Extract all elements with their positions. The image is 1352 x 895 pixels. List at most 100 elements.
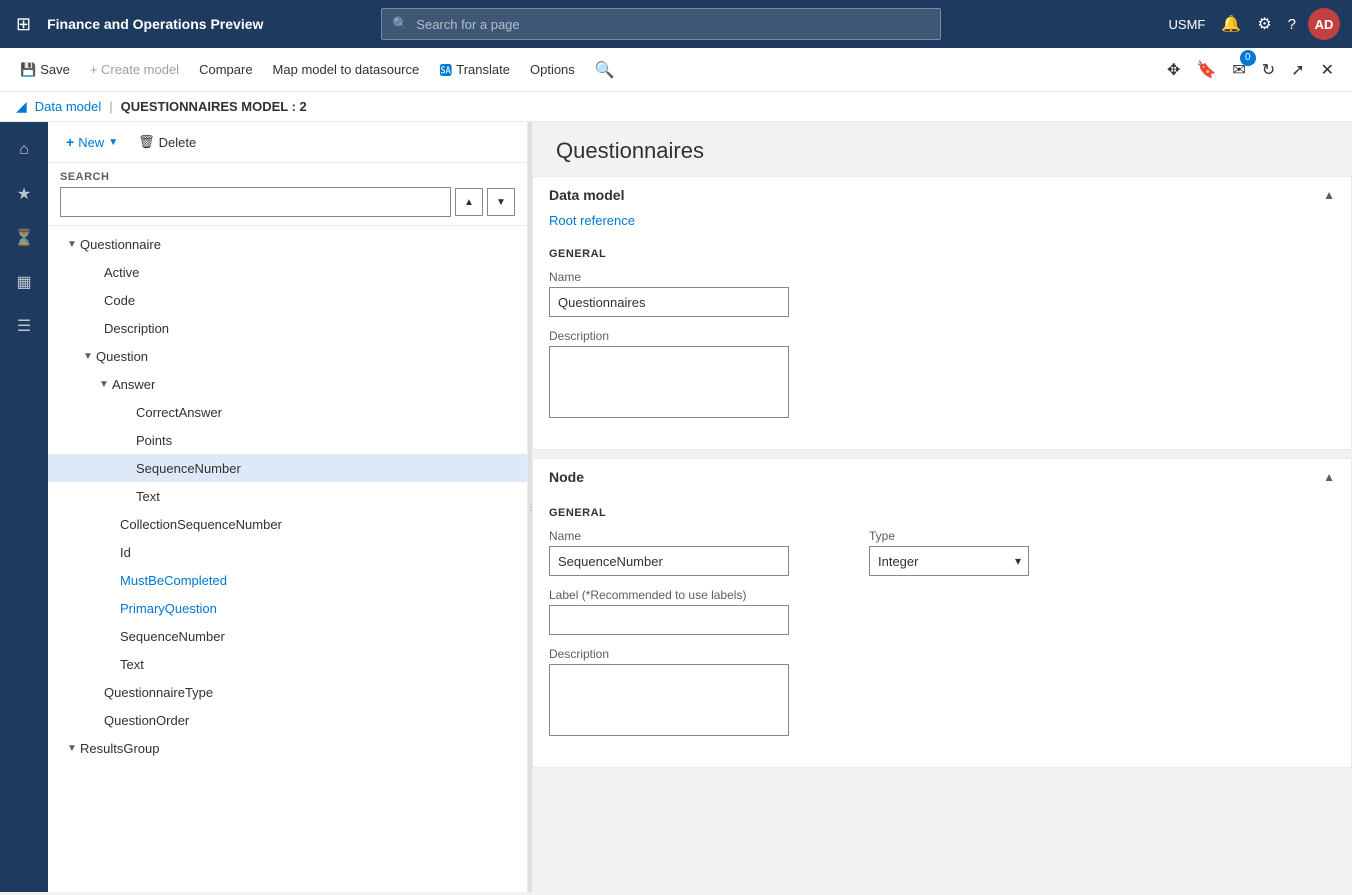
tree-item-questionnaire-type[interactable]: QuestionnaireType	[48, 678, 527, 706]
user-avatar[interactable]: AD	[1308, 8, 1340, 40]
tree-item-sequence-number-2[interactable]: SequenceNumber	[48, 622, 527, 650]
node-section-body: GENERAL Name Label (*Recommended to use …	[533, 495, 1351, 767]
new-button[interactable]: + New ▼	[60, 130, 124, 154]
tree-item-results-group[interactable]: ▼ ResultsGroup	[48, 734, 527, 762]
toggle-icon[interactable]: ▼	[80, 351, 96, 362]
search-input[interactable]	[60, 187, 451, 217]
node-description-group: Description	[549, 647, 789, 739]
bookmark-icon-btn[interactable]: 🔖	[1190, 54, 1222, 86]
search-icon: 🔍	[392, 16, 408, 32]
top-navbar: ⊞ Finance and Operations Preview 🔍 Searc…	[0, 0, 1352, 48]
node-general-label: GENERAL	[549, 507, 1335, 519]
node-general-row: Name Label (*Recommended to use labels) …	[549, 529, 1335, 751]
data-model-general-label: GENERAL	[549, 248, 1335, 260]
node-left-col: Name Label (*Recommended to use labels) …	[549, 529, 789, 751]
description-field-label: Description	[549, 329, 1335, 343]
list-icon[interactable]: ☰	[4, 306, 44, 346]
breadcrumb-data-model-link[interactable]: Data model	[35, 99, 101, 114]
puzzle-icon-btn[interactable]: ✥	[1161, 54, 1186, 86]
node-section-header[interactable]: Node ▲	[533, 459, 1351, 495]
resize-handle[interactable]: ⋮	[528, 122, 532, 892]
home-icon[interactable]: ⌂	[4, 130, 44, 170]
tree-item-question-order[interactable]: QuestionOrder	[48, 706, 527, 734]
name-field-group: Name	[549, 270, 1335, 317]
node-section: Node ▲ GENERAL Name Label (*Recommended …	[532, 458, 1352, 768]
search-placeholder: Search for a page	[416, 17, 519, 32]
collapse-chevron-up-icon: ▲	[1323, 188, 1335, 202]
node-type-group: Type Integer String Boolean Real Date Da…	[869, 529, 1029, 576]
settings-gear-icon[interactable]: ⚙	[1253, 10, 1275, 38]
tree-item-sequence-number[interactable]: SequenceNumber	[48, 454, 527, 482]
tree-item-correct-answer[interactable]: CorrectAnswer	[48, 398, 527, 426]
save-button[interactable]: 💾 Save	[12, 56, 78, 84]
tree-item-primary-question[interactable]: PrimaryQuestion	[48, 594, 527, 622]
tree-item-points[interactable]: Points	[48, 426, 527, 454]
new-chevron-down-icon[interactable]: ▼	[108, 137, 118, 148]
node-name-group: Name	[549, 529, 789, 576]
translate-icon: 🆍	[439, 60, 452, 79]
toggle-icon[interactable]: ▼	[64, 743, 80, 754]
node-description-label: Description	[549, 647, 789, 661]
breadcrumb-current-item: QUESTIONNAIRES MODEL : 2	[121, 99, 307, 114]
toggle-icon[interactable]: ▼	[96, 379, 112, 390]
name-field-input[interactable]	[549, 287, 789, 317]
delete-button[interactable]: 🗑 Delete	[132, 130, 202, 154]
grid-icon[interactable]: ⊞	[12, 10, 35, 39]
tree-item-code[interactable]: Code	[48, 286, 527, 314]
tree-item-collection-seq[interactable]: CollectionSequenceNumber	[48, 510, 527, 538]
panel-title: Questionnaires	[532, 122, 1352, 176]
notification-bell-icon[interactable]: 🔔	[1217, 10, 1245, 38]
save-icon: 💾	[20, 62, 36, 78]
search-cmd-icon[interactable]: 🔍	[587, 56, 623, 84]
tree-item-question[interactable]: ▼ Question	[48, 342, 527, 370]
node-label-input[interactable]	[549, 605, 789, 635]
tree-item-questionnaire[interactable]: ▼ Questionnaire	[48, 230, 527, 258]
favorites-star-icon[interactable]: ★	[4, 174, 44, 214]
compare-button[interactable]: Compare	[191, 56, 260, 83]
expand-icon-btn[interactable]: ➚	[1285, 54, 1310, 86]
node-type-select[interactable]: Integer String Boolean Real Date DateTim…	[869, 546, 1029, 576]
search-bar[interactable]: 🔍 Search for a page	[381, 8, 941, 40]
tree-item-text-question[interactable]: Text	[48, 650, 527, 678]
left-panel: + New ▼ 🗑 Delete SEARCH ▲ ▼ ▼ Question	[48, 122, 528, 892]
description-field-textarea[interactable]	[549, 346, 789, 418]
node-description-textarea[interactable]	[549, 664, 789, 736]
plus-icon: +	[66, 134, 74, 150]
tree-item-active[interactable]: Active	[48, 258, 527, 286]
search-label: SEARCH	[60, 171, 515, 183]
tree-item-text-answer[interactable]: Text	[48, 482, 527, 510]
app-title: Finance and Operations Preview	[47, 16, 263, 32]
filter-icon[interactable]: ◢	[16, 98, 27, 115]
data-model-section-title: Data model	[549, 187, 624, 203]
workspaces-table-icon[interactable]: ▦	[4, 262, 44, 302]
search-up-arrow[interactable]: ▲	[455, 188, 483, 216]
tree-item-must-be-completed[interactable]: MustBeCompleted	[48, 566, 527, 594]
help-question-icon[interactable]: ?	[1284, 12, 1300, 37]
create-model-button[interactable]: + Create model	[82, 56, 187, 83]
delete-trash-icon: 🗑	[138, 134, 155, 150]
search-section: SEARCH ▲ ▼	[48, 163, 527, 226]
description-field-group: Description	[549, 329, 1335, 421]
recent-clock-icon[interactable]: ⏳	[4, 218, 44, 258]
translate-button[interactable]: 🆍 Translate	[431, 54, 518, 85]
notification-badge-wrapper: ✉ 0	[1226, 54, 1251, 86]
node-name-input[interactable]	[549, 546, 789, 576]
notification-badge: 0	[1240, 50, 1256, 66]
tree-item-description[interactable]: Description	[48, 314, 527, 342]
create-model-label: + Create model	[90, 62, 179, 77]
search-down-arrow[interactable]: ▼	[487, 188, 515, 216]
options-button[interactable]: Options	[522, 56, 583, 83]
node-section-title: Node	[549, 469, 584, 485]
cmd-right-actions: ✥ 🔖 ✉ 0 ↻ ➚ ✕	[1161, 54, 1340, 86]
tree-item-id[interactable]: Id	[48, 538, 527, 566]
search-row: ▲ ▼	[60, 187, 515, 217]
top-nav-right: USMF 🔔 ⚙ ? AD	[1165, 8, 1340, 40]
refresh-icon-btn[interactable]: ↻	[1256, 54, 1281, 86]
map-datasource-button[interactable]: Map model to datasource	[265, 56, 428, 83]
root-reference-link[interactable]: Root reference	[533, 213, 1351, 236]
main-layout: ⌂ ★ ⏳ ▦ ☰ + New ▼ 🗑 Delete SEARCH ▲ ▼	[0, 122, 1352, 892]
close-button[interactable]: ✕	[1315, 54, 1340, 86]
data-model-section-header[interactable]: Data model ▲	[533, 177, 1351, 213]
tree-item-answer[interactable]: ▼ Answer	[48, 370, 527, 398]
toggle-icon[interactable]: ▼	[64, 239, 80, 250]
